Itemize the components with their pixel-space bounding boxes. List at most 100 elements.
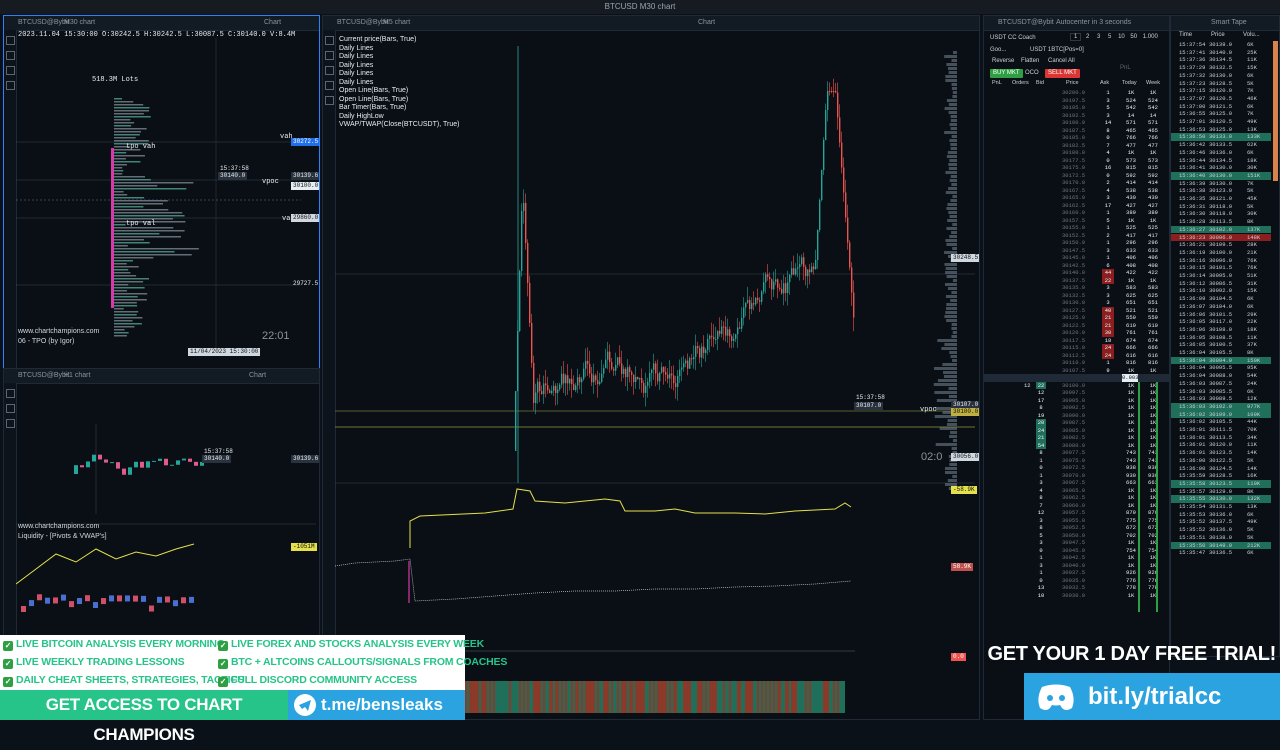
qty-input[interactable]: 1.000 bbox=[1141, 34, 1160, 40]
tape-row[interactable]: 15:37:41 30140.0 25K bbox=[1171, 49, 1271, 57]
h1-chart-panel[interactable]: BTCUSD@Bybit H1 chart Chart 15:37:58 301… bbox=[3, 368, 320, 637]
crosshair-icon[interactable] bbox=[5, 51, 15, 60]
tape-row[interactable]: 15:36:04 30094.0 150K bbox=[1171, 356, 1271, 365]
ladder-row[interactable]: 30100.0 22 12 1K 1K bbox=[984, 381, 1169, 389]
ladder-row[interactable]: 30052.5 8 672 672 bbox=[984, 524, 1169, 532]
ladder-row[interactable]: 30107.5 9 1K 1K bbox=[984, 367, 1169, 375]
line-icon[interactable] bbox=[5, 66, 15, 75]
tape-row[interactable]: 15:35:59 30128.5 16K bbox=[1171, 472, 1271, 480]
tape-row[interactable]: 15:37:07 30120.5 46K bbox=[1171, 95, 1271, 103]
ladder-row[interactable]: 30090.0 19 1K 1K bbox=[984, 412, 1169, 420]
tape-row[interactable]: 15:36:02 30109.0 109K bbox=[1171, 410, 1271, 419]
tape-row[interactable]: 15:36:03 30089.5 12K bbox=[1171, 395, 1271, 403]
ladder-row[interactable]: 30087.5 20 1K 1K bbox=[984, 419, 1169, 427]
tape-row[interactable]: 15:36:00 30122.5 5K bbox=[1171, 457, 1271, 465]
tape-row[interactable]: 15:36:07 30104.0 6K bbox=[1171, 303, 1271, 311]
dom-ladder[interactable]: 30200.0 1 1K 1K 30197.5 3 524 524 30195.0 5 542 542… bbox=[984, 89, 1169, 719]
tape-row[interactable]: 15:36:39 30130.0 7K bbox=[1171, 180, 1271, 188]
tpo-mode[interactable]: Chart bbox=[264, 16, 281, 30]
ladder-row[interactable]: 30120.0 30 761 761 bbox=[984, 329, 1169, 337]
ladder-row[interactable]: 30097.5 12 1K 1K bbox=[984, 389, 1169, 397]
tape-row[interactable]: 15:36:12 30086.5 31K bbox=[1171, 280, 1271, 288]
tape-row[interactable]: 15:36:19 30100.0 21K bbox=[1171, 249, 1271, 257]
tape-row[interactable]: 15:37:01 30120.5 49K bbox=[1171, 118, 1271, 126]
ladder-row[interactable]: 30200.0 1 1K 1K bbox=[984, 89, 1169, 97]
ladder-row[interactable]: 30057.5 12 879 879 bbox=[984, 509, 1169, 517]
tape-row[interactable]: 15:35:50 30149.0 212K bbox=[1171, 541, 1271, 550]
ladder-row[interactable]: 30152.5 2 417 417 bbox=[984, 232, 1169, 240]
tape-row[interactable]: 15:35:54 30131.5 13K bbox=[1171, 503, 1271, 511]
tape-row[interactable]: 15:36:21 30109.5 28K bbox=[1171, 241, 1271, 249]
tape-list[interactable]: 15:37:54 30139.9 6K 15:37:41 30140.0 25K 15:37… bbox=[1171, 41, 1271, 656]
ladder-row[interactable]: 30190.0 14 571 571 bbox=[984, 119, 1169, 127]
tape-row[interactable]: 15:36:01 30113.5 34K bbox=[1171, 434, 1271, 442]
discord-link[interactable]: bit.ly/trialcc bbox=[1024, 673, 1280, 720]
cancel-all-button[interactable]: Cancel All bbox=[1048, 58, 1075, 64]
ladder-row[interactable]: 30195.0 5 542 542 bbox=[984, 104, 1169, 112]
tape-row[interactable]: 15:36:03 30102.0 977K bbox=[1171, 402, 1271, 411]
ladder-row[interactable]: 30130.0 3 651 651 bbox=[984, 299, 1169, 307]
tape-row[interactable]: 15:36:01 30111.5 70K bbox=[1171, 426, 1271, 434]
tape-row[interactable]: 15:36:28 30113.5 8K bbox=[1171, 218, 1271, 226]
ladder-row[interactable]: 30135.0 3 583 583 bbox=[984, 284, 1169, 292]
tape-row[interactable]: 15:36:35 30121.0 45K bbox=[1171, 195, 1271, 203]
line-icon[interactable] bbox=[324, 66, 334, 75]
cursor-icon[interactable] bbox=[324, 36, 334, 45]
tape-row[interactable]: 15:35:53 30136.0 6K bbox=[1171, 511, 1271, 519]
tape-row[interactable]: 15:35:57 30129.0 8K bbox=[1171, 488, 1271, 496]
main-chart-panel[interactable]: BTCUSD@Bybit M5 chart Chart Current pric… bbox=[322, 15, 980, 720]
qty-button[interactable]: 5 bbox=[1105, 34, 1114, 40]
ladder-row[interactable]: 30192.5 3 14 14 bbox=[984, 112, 1169, 120]
ladder-row[interactable]: 30050.0 5 702 702 bbox=[984, 532, 1169, 540]
tape-row[interactable]: 15:36:44 30134.5 18K bbox=[1171, 157, 1271, 165]
ladder-row[interactable]: 30055.0 3 775 775 bbox=[984, 517, 1169, 525]
tape-row[interactable]: 15:36:50 30133.0 133K bbox=[1171, 133, 1271, 142]
flatten-button[interactable]: Flatten bbox=[1021, 58, 1039, 64]
tape-row[interactable]: 15:36:23 30096.0 148K bbox=[1171, 233, 1271, 242]
tape-row[interactable]: 15:36:04 30105.5 8K bbox=[1171, 349, 1271, 357]
tpo-chart-canvas[interactable] bbox=[16, 38, 301, 356]
ladder-row[interactable]: 30035.0 0 776 776 bbox=[984, 577, 1169, 585]
tape-row[interactable]: 15:36:10 30092.0 15K bbox=[1171, 287, 1271, 295]
ladder-row[interactable]: 30165.0 3 430 430 bbox=[984, 194, 1169, 202]
ladder-row[interactable]: 30110.0 1 816 816 bbox=[984, 359, 1169, 367]
tape-row[interactable]: 15:35:47 30136.5 6K bbox=[1171, 549, 1271, 557]
ladder-row[interactable]: 30117.5 18 674 674 bbox=[984, 337, 1169, 345]
ladder-row[interactable]: 30122.5 21 610 610 bbox=[984, 321, 1169, 329]
tape-row[interactable]: 15:36:31 30118.0 5K bbox=[1171, 203, 1271, 211]
tape-row[interactable]: 15:36:30 30118.0 30K bbox=[1171, 210, 1271, 218]
ladder-row[interactable]: 30077.5 8 743 743 bbox=[984, 449, 1169, 457]
tpo-chart-panel[interactable]: BTCUSD@Bybit M30 chart Chart 2023.11.04 … bbox=[3, 15, 320, 369]
ladder-row[interactable]: 30085.0 24 1K 1K bbox=[984, 426, 1169, 434]
ladder-row[interactable]: 30170.0 2 414 414 bbox=[984, 179, 1169, 187]
ruler-icon[interactable] bbox=[324, 81, 334, 90]
ladder-row[interactable]: 30175.0 16 815 815 bbox=[984, 164, 1169, 172]
cursor-icon[interactable] bbox=[5, 389, 15, 398]
telegram-link[interactable]: t.me/bensleaks bbox=[288, 690, 465, 720]
tape-row[interactable]: 15:36:03 30087.5 24K bbox=[1171, 380, 1271, 388]
ladder-row[interactable]: 30037.5 1 926 926 bbox=[984, 569, 1169, 577]
ladder-row[interactable]: 30095.0 17 1K 1K bbox=[984, 397, 1169, 405]
ladder-row[interactable]: 30075.0 1 743 743 bbox=[984, 457, 1169, 465]
ladder-row[interactable]: 30065.0 4 1K 1K bbox=[984, 487, 1169, 495]
tape-row[interactable]: 15:36:42 30133.5 62K bbox=[1171, 141, 1271, 149]
buy-market-button[interactable]: BUY MKT bbox=[990, 69, 1023, 78]
tape-row[interactable]: 15:36:27 30102.0 137K bbox=[1171, 225, 1271, 234]
tape-row[interactable]: 15:36:09 30104.5 6K bbox=[1171, 295, 1271, 303]
ladder-row[interactable]: 30172.5 0 592 592 bbox=[984, 172, 1169, 180]
ladder-row[interactable]: 30180.0 4 1K 1K bbox=[984, 149, 1169, 157]
tape-row[interactable]: 15:36:03 30085.5 6K bbox=[1171, 388, 1271, 396]
ladder-row[interactable]: 30045.0 0 754 754 bbox=[984, 547, 1169, 555]
sell-market-button[interactable]: SELL MKT bbox=[1045, 69, 1080, 78]
oco-button[interactable]: OCO bbox=[1022, 69, 1042, 78]
tape-scrollbar[interactable] bbox=[1273, 41, 1278, 181]
ladder-row[interactable]: 30112.5 24 616 616 bbox=[984, 351, 1169, 359]
ladder-row[interactable]: 30145.0 1 406 406 bbox=[984, 254, 1169, 262]
cursor-icon[interactable] bbox=[5, 36, 15, 45]
chart-champions-cta[interactable]: GET ACCESS TO CHART CHAMPIONS bbox=[0, 690, 288, 744]
main-mode[interactable]: Chart bbox=[698, 16, 715, 30]
ladder-row[interactable]: 30060.0 7 1K 1K bbox=[984, 502, 1169, 510]
qty-button[interactable]: 3 bbox=[1094, 34, 1103, 40]
tape-row[interactable]: 15:36:15 30101.5 76K bbox=[1171, 264, 1271, 272]
ladder-row[interactable]: 30185.0 0 766 766 bbox=[984, 134, 1169, 142]
